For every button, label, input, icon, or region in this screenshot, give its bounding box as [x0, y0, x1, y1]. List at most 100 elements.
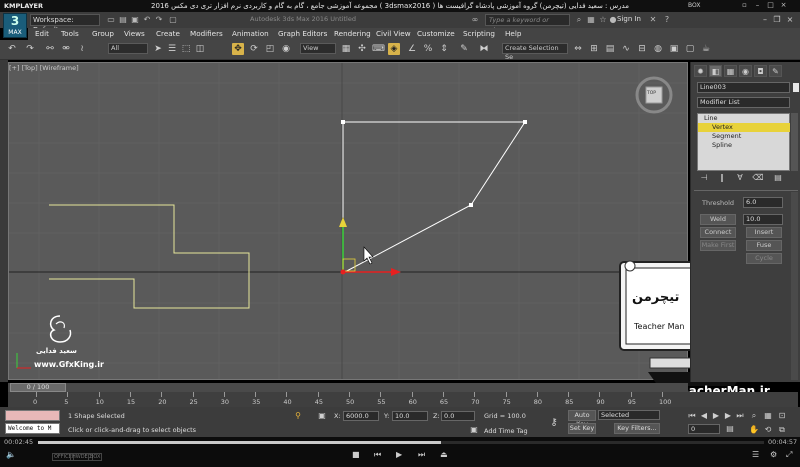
set-key-icon[interactable]: ⚷ — [548, 417, 560, 429]
menu-rendering[interactable]: Rendering — [334, 29, 371, 39]
key-selection-dropdown[interactable]: Selected — [598, 410, 660, 420]
connect-button[interactable]: Connect — [700, 227, 736, 238]
panel-scrollbar[interactable] — [791, 192, 798, 380]
close-icon[interactable]: × — [779, 1, 788, 10]
fuse-button[interactable]: Fuse — [746, 240, 782, 251]
hierarchy-tab-icon[interactable]: ▦ — [724, 65, 737, 77]
minimize-icon[interactable]: – — [753, 1, 762, 10]
place-icon[interactable]: ◉ — [280, 43, 292, 55]
play-icon[interactable]: ▶ — [710, 410, 722, 422]
pivot-center-icon[interactable]: ▦ — [340, 43, 352, 55]
viewcube-label[interactable]: TOP — [647, 91, 656, 96]
object-color-swatch[interactable] — [793, 83, 799, 92]
unlink-icon[interactable]: ⚮ — [60, 43, 72, 55]
pin-stack-icon[interactable]: ⊣ — [698, 172, 710, 184]
pin-icon[interactable]: ▫ — [740, 1, 749, 10]
stack-item-spline[interactable]: Spline — [698, 141, 790, 150]
time-slider-thumb[interactable]: 0 / 100 — [10, 383, 66, 392]
mirror-tool-icon[interactable]: ⇔ — [572, 43, 584, 55]
modify-tab-icon[interactable]: ◧ — [709, 65, 722, 77]
go-to-end-icon[interactable]: ⏭ — [734, 410, 746, 422]
object-name-field[interactable]: Line003 — [697, 82, 790, 93]
edit-named-selection-icon[interactable]: ✎ — [458, 43, 470, 55]
time-configuration-icon[interactable]: ▤ — [724, 423, 736, 435]
volume-icon[interactable]: 🔈 — [6, 450, 16, 459]
next-icon[interactable]: ⏭ — [418, 450, 425, 460]
auto-key-button[interactable]: Auto Key — [568, 410, 596, 428]
menu-help[interactable]: Help — [505, 29, 521, 39]
menu-animation[interactable]: Animation — [232, 29, 269, 39]
select-manipulate-icon[interactable]: ✣ — [356, 43, 368, 55]
save-icon[interactable]: ▣ — [130, 15, 140, 25]
threshold-field[interactable]: 6.0 — [743, 197, 783, 208]
current-frame-field[interactable]: 0 — [688, 424, 720, 434]
project-folder-icon[interactable]: ▢ — [168, 15, 178, 25]
maximize-icon[interactable]: □ — [766, 1, 775, 10]
schematic-view-icon[interactable]: ⊟ — [636, 43, 648, 55]
time-slider[interactable] — [8, 383, 688, 392]
snaps-toggle-icon[interactable]: ◈ — [388, 43, 400, 55]
zoom-extents-icon[interactable]: ⊡ — [776, 410, 788, 422]
stop-icon[interactable]: ■ — [352, 450, 360, 459]
select-by-name-icon[interactable]: ☰ — [166, 43, 178, 55]
exchange-icon[interactable]: ✕ — [648, 15, 658, 25]
redo-icon[interactable]: ↷ — [24, 43, 36, 55]
mirror-icon[interactable]: ⧓ — [478, 43, 490, 55]
select-and-scale-icon[interactable]: ◰ — [264, 43, 276, 55]
menu-scripting[interactable]: Scripting — [463, 29, 495, 39]
selection-filter[interactable]: All — [108, 43, 148, 54]
weld-threshold-field[interactable]: 10.0 — [743, 214, 783, 225]
menu-views[interactable]: Views — [124, 29, 145, 39]
named-selection-sets[interactable]: Create Selection Se — [502, 43, 568, 61]
viewport-top[interactable] — [8, 62, 688, 380]
configure-sets-icon[interactable]: ▤ — [772, 172, 784, 184]
insert-button[interactable]: Insert — [746, 227, 782, 238]
percent-snap-icon[interactable]: % — [422, 43, 434, 55]
stack-item-vertex[interactable]: Vertex — [698, 123, 790, 132]
orbit-icon[interactable]: ⟲ — [762, 424, 774, 436]
bind-space-warp-icon[interactable]: ≀ — [76, 43, 88, 55]
zoom-all-icon[interactable]: ▦ — [762, 410, 774, 422]
open-file-icon[interactable]: ⏏ — [440, 450, 448, 459]
fullscreen-icon[interactable]: ⤢ — [786, 450, 792, 460]
modifier-list[interactable]: Modifier List — [697, 97, 790, 108]
new-icon[interactable]: ▭ — [106, 15, 116, 25]
next-frame-icon[interactable]: ▶ — [722, 410, 734, 422]
settings-icon[interactable]: ⚙ — [770, 450, 777, 459]
render-setup-icon[interactable]: ▣ — [668, 43, 680, 55]
menu-group[interactable]: Group — [92, 29, 114, 39]
viewport-label[interactable]: [+] [Top] [Wireframe] — [9, 64, 79, 72]
player-tag[interactable]: BOX — [88, 453, 103, 461]
stack-item-segment[interactable]: Segment — [698, 132, 790, 141]
search-icon[interactable]: ⌕ — [574, 15, 584, 25]
menu-tools[interactable]: Tools — [61, 29, 79, 39]
set-key-button[interactable]: Set Key — [568, 423, 596, 434]
make-first-button[interactable]: Make First — [700, 240, 736, 251]
align-icon[interactable]: ⊞ — [588, 43, 600, 55]
rectangular-selection-icon[interactable]: ⬚ — [180, 43, 192, 55]
go-to-start-icon[interactable]: ⏮ — [686, 410, 698, 422]
material-editor-icon[interactable]: ◍ — [652, 43, 664, 55]
selection-lock-icon[interactable]: ⚲ — [292, 410, 304, 422]
menu-customize[interactable]: Customize — [417, 29, 455, 39]
weld-button[interactable]: Weld — [700, 214, 736, 225]
binoculars-icon[interactable]: ∞ — [470, 15, 480, 25]
stack-scrollbar[interactable] — [791, 113, 798, 171]
absolute-mode-icon[interactable]: ▣ — [316, 410, 328, 422]
subscription-icon[interactable]: ▦ — [586, 15, 596, 25]
menu-modifiers[interactable]: Modifiers — [190, 29, 223, 39]
angle-snap-icon[interactable]: ∠ — [406, 43, 418, 55]
key-filters-button[interactable]: Key Filters... — [614, 423, 660, 434]
keyboard-shortcut-icon[interactable]: ⌨ — [372, 43, 385, 55]
window-restore-icon[interactable]: ❐ — [772, 15, 782, 25]
previous-frame-icon[interactable]: ◀ — [698, 410, 710, 422]
viewport-canvas[interactable] — [9, 63, 688, 380]
window-crossing-icon[interactable]: ◫ — [194, 43, 206, 55]
open-icon[interactable]: ▤ — [118, 15, 128, 25]
time-tag-icon[interactable]: ▣ — [468, 424, 480, 436]
menu-edit[interactable]: Edit — [35, 29, 49, 39]
menu-graph-editors[interactable]: Graph Editors — [278, 29, 327, 39]
undo-icon[interactable]: ↶ — [142, 15, 152, 25]
select-object-icon[interactable]: ➤ — [152, 43, 164, 55]
window-minimize-icon[interactable]: – — [760, 15, 770, 25]
